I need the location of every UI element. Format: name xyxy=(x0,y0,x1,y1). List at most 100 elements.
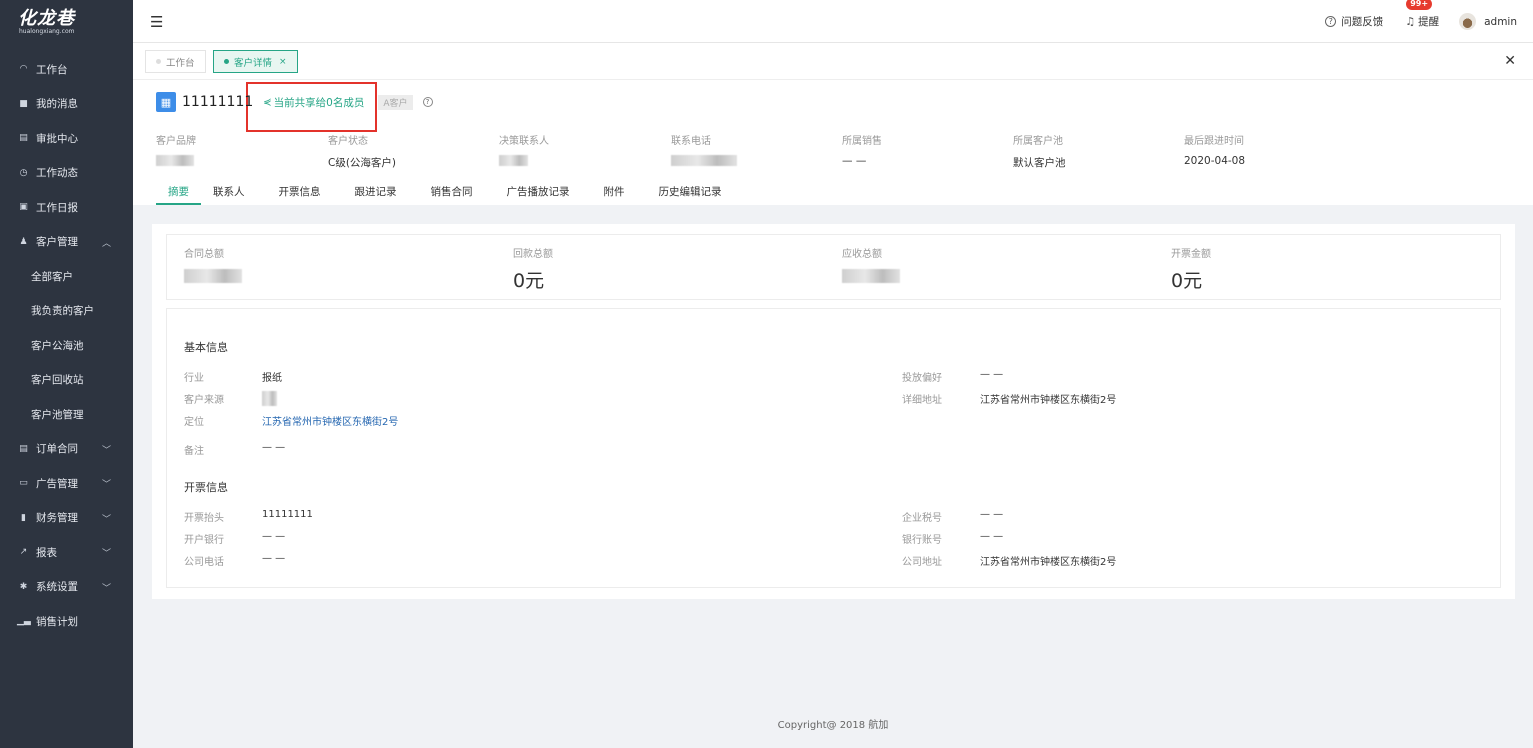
row-value: — — xyxy=(980,509,1004,520)
sidebar-item-finance[interactable]: ▮ 财务管理 ﹀ xyxy=(0,501,133,536)
share-text: 当前共享给0名成员 xyxy=(273,96,365,109)
stat-value: 0元 xyxy=(1171,270,1203,292)
feedback-button[interactable]: ? 问题反馈 xyxy=(1325,14,1383,29)
sidebar-item-messages[interactable]: ■ 我的消息 xyxy=(0,87,133,122)
sidebar-item-activity[interactable]: ◷ 工作动态 xyxy=(0,156,133,191)
building-icon: ▦ xyxy=(156,92,176,112)
tab-follow-up[interactable]: 跟进记录 xyxy=(355,184,397,205)
field-status: 客户状态 C级(公海客户) xyxy=(328,132,488,169)
sidebar-subitem-public-pool[interactable]: 客户公海池 xyxy=(0,328,133,363)
row-bank-account: 银行账号 — — xyxy=(902,531,1003,546)
redacted-value xyxy=(842,269,900,283)
row-label: 企业税号 xyxy=(902,513,942,524)
remind-button[interactable]: ♫ 99+ 提醒 xyxy=(1405,0,1439,29)
tab-contacts[interactable]: 联系人 xyxy=(213,184,245,205)
stat-value xyxy=(842,266,900,288)
sidebar-item-settings[interactable]: ✱ 系统设置 ﹀ xyxy=(0,570,133,605)
sidebar-item-ads[interactable]: ▭ 广告管理 ﹀ xyxy=(0,466,133,501)
sidebar-subitem-all-customers[interactable]: 全部客户 xyxy=(0,259,133,294)
stat-contract-total: 合同总额 xyxy=(184,245,242,288)
field-value xyxy=(671,155,831,168)
avatar xyxy=(1459,13,1477,30)
sidebar-item-label: 工作台 xyxy=(36,63,68,76)
detail-sub-tabs: 摘要 联系人 开票信息 跟进记录 销售合同 广告播放记录 附件 历史编辑记录 xyxy=(156,184,722,205)
sidebar-item-sales-plan[interactable]: ▁▃ 销售计划 xyxy=(0,604,133,639)
tab-dashboard[interactable]: 工作台 xyxy=(145,50,206,73)
sidebar-item-orders[interactable]: ▤ 订单合同 ﹀ xyxy=(0,432,133,467)
redacted-value xyxy=(499,155,528,166)
sidebar-item-dashboard[interactable]: ◠ 工作台 xyxy=(0,52,133,87)
gear-icon: ✱ xyxy=(19,581,28,592)
field-phone: 联系电话 xyxy=(671,132,831,168)
field-value xyxy=(499,155,659,168)
customer-name: 11111111 xyxy=(182,94,254,110)
customer-title: ▦ 11111111 ⋞ 当前共享给0名成员 A客户 ? xyxy=(156,92,433,112)
tab-sales-contract[interactable]: 销售合同 xyxy=(431,184,473,205)
info-box: 基本信息 行业 报纸 客户来源 定位 江苏省常州市钟楼区东横街2号 备注 — —… xyxy=(166,308,1501,588)
stat-value xyxy=(184,266,242,288)
share-link[interactable]: ⋞ 当前共享给0名成员 xyxy=(263,95,364,110)
tab-label: 工作台 xyxy=(166,57,195,69)
tab-edit-history[interactable]: 历史编辑记录 xyxy=(659,184,722,205)
row-value: 报纸 xyxy=(262,373,282,384)
row-industry: 行业 报纸 xyxy=(184,369,282,384)
row-value: 江苏省常州市钟楼区东横街2号 xyxy=(980,395,1117,406)
tab-invoice-info[interactable]: 开票信息 xyxy=(279,184,321,205)
username: admin xyxy=(1484,15,1517,28)
field-label: 最后跟进时间 xyxy=(1184,136,1244,147)
field-label: 客户品牌 xyxy=(156,136,196,147)
row-label: 备注 xyxy=(184,446,204,457)
field-sales: 所属销售 — — xyxy=(842,132,1002,168)
redacted-value xyxy=(156,155,194,166)
sidebar-subitem-recycle-bin[interactable]: 客户回收站 xyxy=(0,363,133,398)
row-label: 开票抬头 xyxy=(184,513,224,524)
row-value: 江苏省常州市钟楼区东横街2号 xyxy=(980,557,1117,568)
field-label: 所属销售 xyxy=(842,136,882,147)
question-icon[interactable]: ? xyxy=(422,97,433,107)
tab-attachments[interactable]: 附件 xyxy=(604,184,625,205)
close-all-tabs-icon[interactable]: ✕ xyxy=(1504,53,1516,69)
sidebar-item-label: 订单合同 xyxy=(36,443,78,456)
stat-label: 回款总额 xyxy=(513,249,553,260)
page-tabs-bar: 工作台 客户详情 × ✕ xyxy=(133,43,1533,80)
stat-value: 0元 xyxy=(513,270,545,292)
chevron-down-icon: ﹀ xyxy=(101,480,111,490)
row-label: 银行账号 xyxy=(902,535,942,546)
field-decision-contact: 决策联系人 xyxy=(499,132,659,168)
sidebar-item-label: 报表 xyxy=(36,546,57,559)
summary-panel: 合同总额 回款总额 0元 应收总额 开票金额 0元 基本信息 行业 报纸 客户来… xyxy=(152,224,1515,599)
sidebar-subitem-pool-management[interactable]: 客户池管理 xyxy=(0,397,133,432)
location-link[interactable]: 江苏省常州市钟楼区东横街2号 xyxy=(262,413,398,428)
customer-level-tag: A客户 xyxy=(378,94,413,110)
tab-dot xyxy=(224,59,229,64)
tab-summary[interactable]: 摘要 xyxy=(156,184,201,205)
chevron-up-icon: ︿ xyxy=(101,238,111,249)
sidebar-item-reports[interactable]: ↗ 报表 ﹀ xyxy=(0,535,133,570)
document-icon: ▤ xyxy=(19,443,28,454)
tab-ad-play-records[interactable]: 广告播放记录 xyxy=(507,184,570,205)
tab-customer-detail[interactable]: 客户详情 × xyxy=(213,50,298,73)
sidebar-item-label: 工作动态 xyxy=(36,167,78,180)
sidebar-item-approval[interactable]: ▤ 审批中心 xyxy=(0,121,133,156)
field-customer-pool: 所属客户池 默认客户池 xyxy=(1013,132,1173,169)
footer-copyright: Copyright@ 2018 航加 xyxy=(777,720,889,731)
menu-toggle-icon[interactable]: ☰ xyxy=(150,13,163,31)
field-last-follow-up: 最后跟进时间 2020-04-08 xyxy=(1184,132,1344,168)
sidebar-item-daily-report[interactable]: ▣ 工作日报 xyxy=(0,190,133,225)
clock-icon: ◷ xyxy=(19,167,28,178)
sidebar-subitem-my-customers[interactable]: 我负责的客户 xyxy=(0,294,133,329)
stat-invoice-amount: 开票金额 0元 xyxy=(1171,245,1211,292)
field-label: 决策联系人 xyxy=(499,136,549,147)
logo-subtext: hualongxiang.com xyxy=(19,28,75,35)
chevron-down-icon: ﹀ xyxy=(101,514,111,525)
sidebar-item-label: 财务管理 xyxy=(36,512,78,525)
section-title-basic-info: 基本信息 xyxy=(184,341,228,354)
stat-payment-total: 回款总额 0元 xyxy=(513,245,553,292)
user-menu[interactable]: admin xyxy=(1459,13,1517,30)
sidebar-item-customers[interactable]: ♟ 客户管理 ︿ xyxy=(0,225,133,260)
tab-close-icon[interactable]: × xyxy=(279,57,287,67)
feedback-label: 问题反馈 xyxy=(1341,16,1384,28)
row-label: 客户来源 xyxy=(184,395,224,406)
help-icon: ? xyxy=(1325,16,1337,27)
logo[interactable]: 化龙巷 hualongxiang.com xyxy=(0,0,133,42)
